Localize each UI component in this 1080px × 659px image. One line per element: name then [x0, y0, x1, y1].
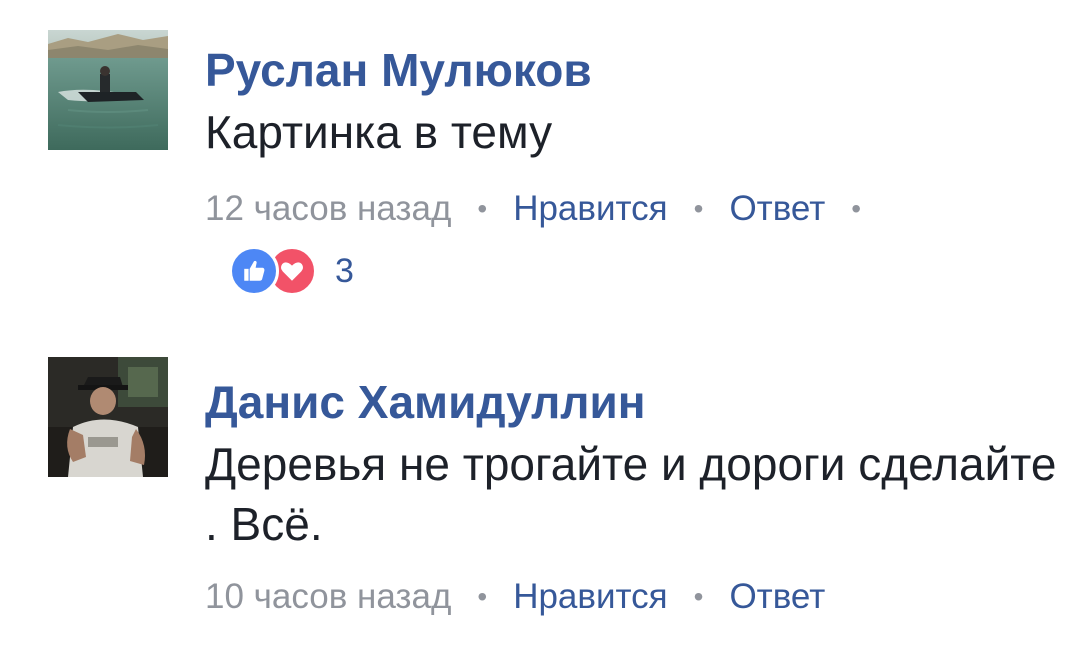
man-in-hat-photo-avatar — [48, 357, 168, 477]
jet-ski-photo-avatar — [48, 30, 168, 150]
comment-text: Деревья не трогайте и дороги сделайте . … — [205, 438, 1057, 550]
comment-meta: 12 часов назад • Нравится • Ответ • — [205, 188, 1060, 230]
reply-button[interactable]: Ответ — [729, 576, 825, 618]
comment-body: Руслан Мулюков Картинка в тему 12 часов … — [205, 44, 1060, 296]
separator-dot: • — [477, 581, 488, 612]
comment-text: Картинка в тему — [205, 106, 553, 158]
reactions-summary[interactable]: 3 — [229, 246, 1060, 296]
comment-author-name[interactable]: Данис Хамидуллин — [205, 376, 1060, 428]
separator-dot: • — [693, 581, 704, 612]
comment-timestamp[interactable]: 10 часов назад — [205, 576, 451, 618]
avatar[interactable] — [48, 357, 168, 477]
comment-body: Данис Хамидуллин Деревья не трогайте и д… — [205, 376, 1060, 618]
like-icon — [229, 246, 279, 296]
comment-timestamp[interactable]: 12 часов назад — [205, 188, 451, 230]
like-button[interactable]: Нравится — [513, 188, 667, 230]
separator-dot: • — [851, 193, 862, 224]
avatar[interactable] — [48, 30, 168, 150]
separator-dot: • — [693, 193, 704, 224]
comment-author-name[interactable]: Руслан Мулюков — [205, 44, 1060, 96]
reply-button[interactable]: Ответ — [729, 188, 825, 230]
comment-meta: 10 часов назад • Нравится • Ответ — [205, 576, 1060, 618]
reactions-count: 3 — [335, 251, 354, 290]
separator-dot: • — [477, 193, 488, 224]
like-button[interactable]: Нравится — [513, 576, 667, 618]
